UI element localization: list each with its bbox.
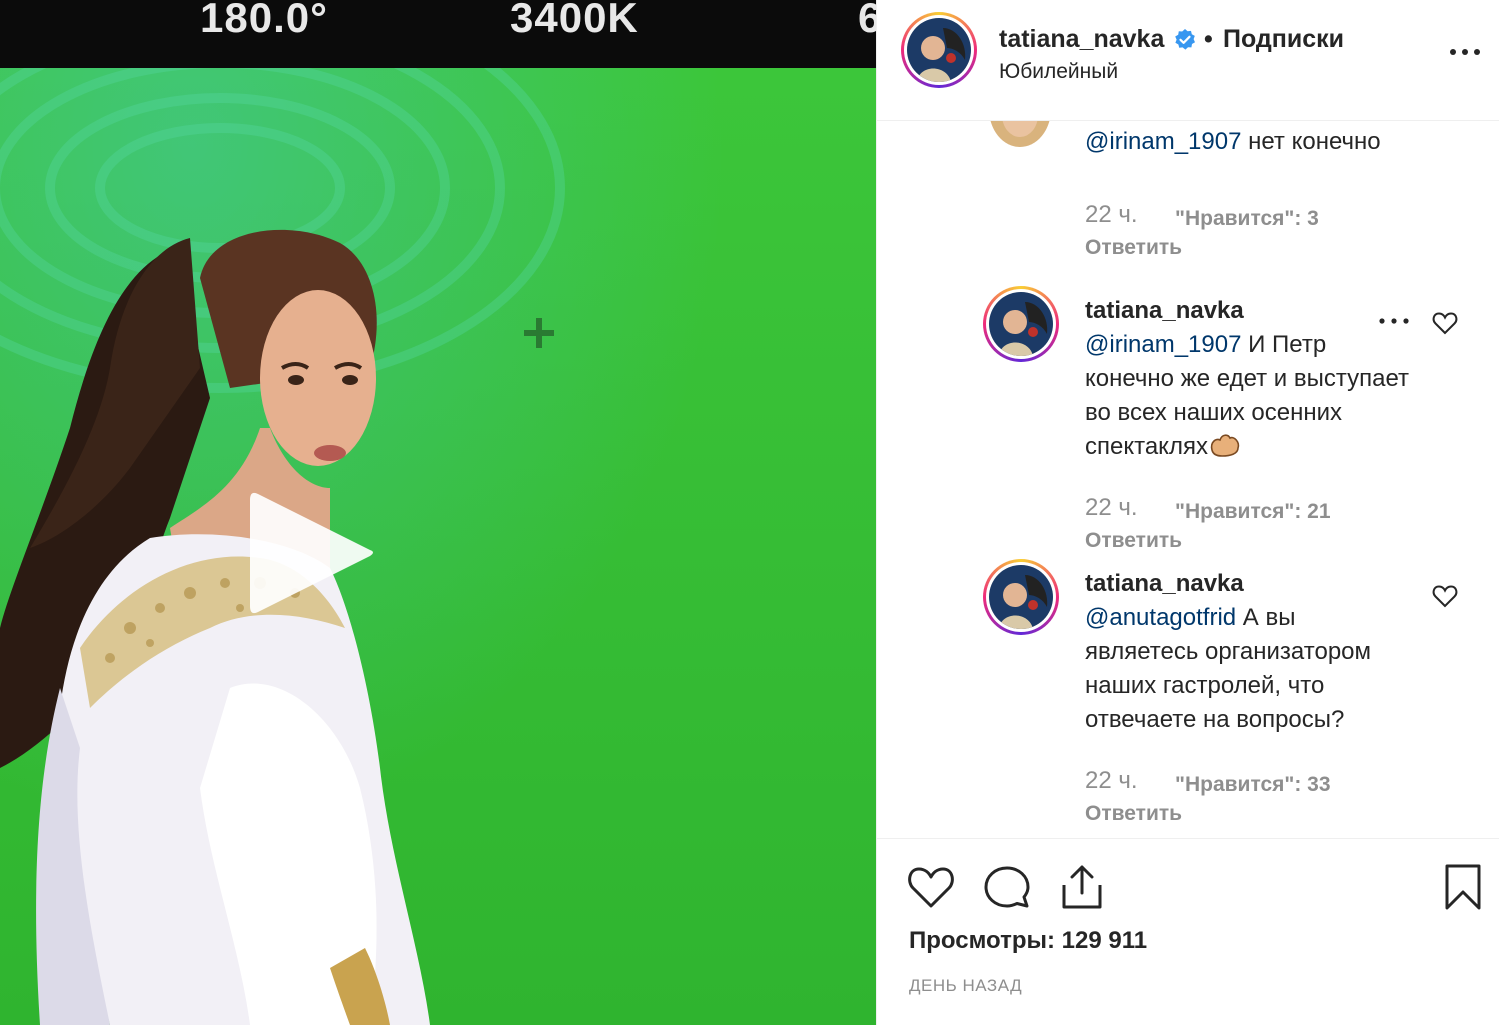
avatar-photo (990, 121, 1050, 147)
comment-reply-button[interactable]: Ответить (1085, 236, 1182, 260)
commenter-avatar[interactable] (987, 121, 1053, 149)
comment-text: @irinam_1907 нет конечно (1085, 125, 1415, 159)
author-username[interactable]: tatiana_navka (999, 25, 1164, 54)
comment-author[interactable]: tatiana_navka (1085, 297, 1244, 324)
post-actions-bar: Просмотры: 129 911 ДЕНЬ НАЗАД (877, 838, 1499, 1026)
verified-badge-icon (1175, 29, 1195, 50)
hud-extra-readout: 6 (858, 0, 876, 41)
commenter-avatar[interactable] (983, 286, 1059, 362)
post-side-panel: tatiana_navka • Подписки Юбилейный @irin… (876, 0, 1499, 1025)
bookmark-icon[interactable] (1443, 863, 1483, 911)
comment-time[interactable]: 22 ч. (1085, 767, 1138, 795)
comment-likes-count[interactable]: "Нравится": 21 (1175, 500, 1331, 524)
avatar-photo (989, 292, 1053, 356)
header-separator: • (1204, 25, 1213, 53)
comment-mention[interactable]: @irinam_1907 (1085, 128, 1241, 155)
comment-icon[interactable] (983, 864, 1031, 910)
comment-likes-count[interactable]: "Нравится": 33 (1175, 773, 1331, 797)
commenter-avatar[interactable] (983, 559, 1059, 635)
comment-likes-count[interactable]: "Нравится": 3 (1175, 207, 1319, 231)
comment-mention[interactable]: @anutagotfrid (1085, 604, 1236, 631)
comment-like-heart-icon[interactable] (1432, 311, 1458, 335)
post-location[interactable]: Юбилейный (999, 60, 1118, 84)
avatar-photo (989, 565, 1053, 629)
following-button[interactable]: Подписки (1223, 25, 1344, 54)
comment-author[interactable]: tatiana_navka (1085, 570, 1244, 597)
flexed-biceps-emoji (1210, 434, 1240, 457)
comment-time[interactable]: 22 ч. (1085, 494, 1138, 522)
post-date[interactable]: ДЕНЬ НАЗАД (909, 976, 1022, 996)
more-options-icon[interactable] (1447, 40, 1483, 64)
comment-reply-button[interactable]: Ответить (1085, 802, 1182, 826)
comment-reply-button[interactable]: Ответить (1085, 529, 1182, 553)
comment-like-heart-icon[interactable] (1432, 121, 1458, 125)
views-count[interactable]: Просмотры: 129 911 (909, 927, 1147, 955)
comments-list[interactable]: @irinam_1907 нет конечно 22 ч. "Нравится… (877, 121, 1499, 836)
comment-time[interactable]: 22 ч. (1085, 201, 1138, 229)
heart-icon[interactable] (907, 865, 955, 909)
comment-like-heart-icon[interactable] (1432, 584, 1458, 608)
author-avatar[interactable] (901, 12, 977, 88)
comment-body: нет конечно (1241, 128, 1381, 155)
video-frame-woman-in-white-dress (0, 229, 430, 1025)
hud-shutter-angle: 180.0° (200, 0, 328, 41)
comment-text: tatiana_navka @irinam_1907 И Петр конечно… (1085, 294, 1415, 464)
play-icon (250, 492, 373, 614)
share-icon[interactable] (1059, 863, 1105, 911)
post-header: tatiana_navka • Подписки Юбилейный (877, 0, 1499, 121)
video-player[interactable]: 180.0° 3400K 6 (0, 0, 876, 1025)
comment-mention[interactable]: @irinam_1907 (1085, 331, 1241, 358)
play-button[interactable] (246, 482, 386, 622)
avatar-photo (907, 18, 971, 82)
comment-text: tatiana_navka @anutagotfrid А вы являетес… (1085, 567, 1415, 737)
hud-color-temperature: 3400K (510, 0, 639, 41)
comment-more-options-icon[interactable] (1377, 316, 1411, 326)
camera-hud-bar: 180.0° 3400K 6 (0, 0, 876, 68)
